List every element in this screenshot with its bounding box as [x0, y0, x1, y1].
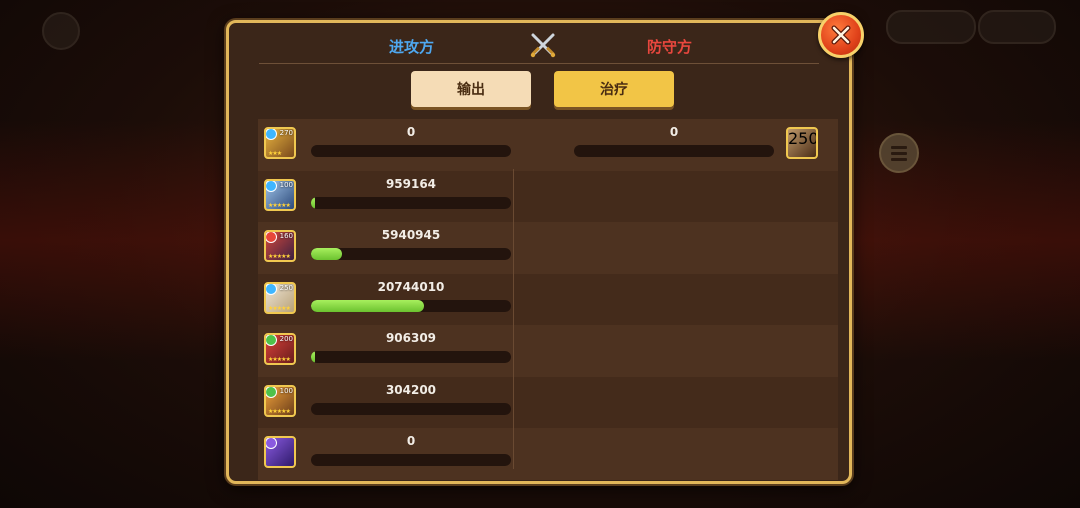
star-rating: ★★★★★ [268, 304, 291, 312]
stats-row: 0 [258, 428, 838, 480]
stat-progress-bar [311, 145, 511, 157]
close-button[interactable] [818, 12, 864, 58]
stat-value: 0 [406, 125, 416, 139]
hero-portrait[interactable]: 270 ★★★ [264, 127, 296, 159]
stats-row: 270 ★★★ 0 0 250 [258, 119, 838, 171]
stats-row: 200 ★★★★★ 906309 [258, 325, 838, 377]
stat-progress-bar [311, 299, 511, 312]
element-icon [266, 438, 277, 449]
star-rating: ★★★ [268, 150, 282, 157]
hero-portrait[interactable]: 250 ★★★★★ [264, 281, 296, 314]
stat-progress-bar [311, 351, 511, 363]
battle-statistics-panel: 进攻方 防守方 输出 治疗 270 ★★★ 0 0 250 100 ★★★★★ 959164 1… [226, 20, 852, 484]
menu-button[interactable] [42, 12, 80, 50]
hero-portrait[interactable]: 200 ★★★★★ [264, 333, 296, 365]
stats-row: 250 ★★★★★ 20744010 [258, 273, 838, 325]
stats-row: 100 ★★★★★ 304200 [258, 376, 838, 428]
stat-progress-bar [311, 454, 511, 466]
stats-list: 270 ★★★ 0 0 250 100 ★★★★★ 959164 160 ★★★★★ 5940945… [258, 119, 838, 480]
hero-portrait[interactable]: 100 ★★★★★ [264, 384, 296, 417]
tab-output[interactable]: 输出 [411, 71, 531, 107]
stat-progress-fill [311, 196, 315, 209]
defender-stat-value: 0 [669, 125, 679, 139]
attacker-label: 进攻方 [389, 38, 435, 56]
stat-value: 304200 [385, 382, 437, 397]
header-divider [259, 63, 819, 64]
column-divider [513, 169, 514, 469]
stat-progress-bar [311, 196, 511, 209]
stat-value: 20744010 [377, 279, 445, 294]
element-icon [266, 283, 277, 295]
defender-progress-bar [574, 145, 774, 157]
stat-value: 906309 [385, 331, 437, 345]
star-rating: ★★★★★ [268, 407, 291, 415]
speed-button[interactable] [886, 10, 976, 44]
battle-stats-list-button[interactable] [879, 133, 919, 173]
element-icon [266, 129, 277, 140]
defender-label: 防守方 [647, 38, 693, 56]
panel-header: 进攻方 防守方 [229, 23, 849, 67]
element-icon [266, 232, 277, 243]
stat-value: 0 [406, 434, 416, 448]
hero-portrait[interactable] [264, 436, 296, 468]
hero-level: 200 [279, 335, 293, 343]
hero-level: 100 [279, 386, 293, 395]
stat-value: 5940945 [381, 228, 441, 242]
stat-progress-fill [311, 299, 424, 312]
star-rating: ★★★★★ [268, 201, 291, 209]
hero-portrait[interactable]: 160 ★★★★★ [264, 230, 296, 262]
stats-row: 100 ★★★★★ 959164 [258, 170, 838, 222]
pause-button[interactable] [978, 10, 1056, 44]
element-icon [266, 386, 277, 398]
hero-level: 270 [279, 129, 293, 137]
star-rating: ★★★★★ [268, 356, 291, 363]
crossed-swords-icon [530, 33, 556, 58]
hero-level: 250 [788, 129, 818, 148]
star-rating: ★★★★★ [268, 253, 291, 260]
hero-level: 250 [279, 283, 293, 292]
stat-progress-fill [311, 351, 315, 363]
element-icon [266, 335, 277, 346]
hero-level: 100 [279, 180, 293, 189]
stat-progress-bar [311, 248, 511, 260]
tab-heal[interactable]: 治疗 [554, 71, 674, 107]
element-icon [266, 180, 277, 192]
hero-level: 160 [279, 232, 293, 240]
hero-portrait[interactable]: 100 ★★★★★ [264, 178, 296, 211]
stats-row: 160 ★★★★★ 5940945 [258, 222, 838, 274]
stat-progress-fill [311, 248, 342, 260]
defender-hero-portrait[interactable]: 250 [786, 127, 818, 159]
stat-progress-bar [311, 402, 511, 415]
stat-value: 959164 [385, 176, 437, 191]
close-icon [831, 25, 851, 45]
